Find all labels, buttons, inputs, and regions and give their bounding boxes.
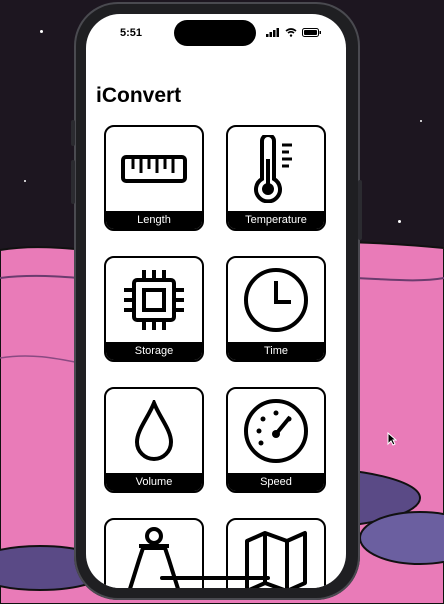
power-button [358,180,362,240]
mouse-pointer-icon [387,432,397,446]
tile-label: Length [106,211,202,229]
converter-grid: Length Temperature Storage Time Volume S… [104,125,326,588]
battery-icon [302,28,321,37]
ruler-icon [121,155,187,183]
app-title: iConvert [96,84,182,107]
temperature-tile[interactable]: Temperature [226,125,326,231]
volume-tile[interactable]: Volume [104,387,204,493]
tile-label: Time [228,342,324,360]
wifi-icon [285,28,297,37]
tile-label: Volume [106,473,202,491]
tile-label: Speed [228,473,324,491]
time-tile[interactable]: Time [226,256,326,362]
storage-tile[interactable]: Storage [104,256,204,362]
chip-icon [124,270,184,330]
clock-icon [244,268,308,332]
status-icons [266,28,322,37]
thermometer-icon [254,135,292,203]
tile-label: Temperature [228,211,324,229]
speed-tile[interactable]: Speed [226,387,326,493]
status-time: 5:51 [120,27,143,39]
volume-down-button [71,160,75,204]
speedometer-icon [244,399,308,463]
volume-up-button [71,120,75,146]
phone-screen: 5:51 iConvert Length Temperature Storage… [86,14,346,588]
tile-label: Storage [106,342,202,360]
length-tile[interactable]: Length [104,125,204,231]
signal-icon [266,28,279,37]
home-indicator[interactable] [160,576,270,580]
dynamic-island [174,20,256,46]
droplet-icon [134,400,174,461]
